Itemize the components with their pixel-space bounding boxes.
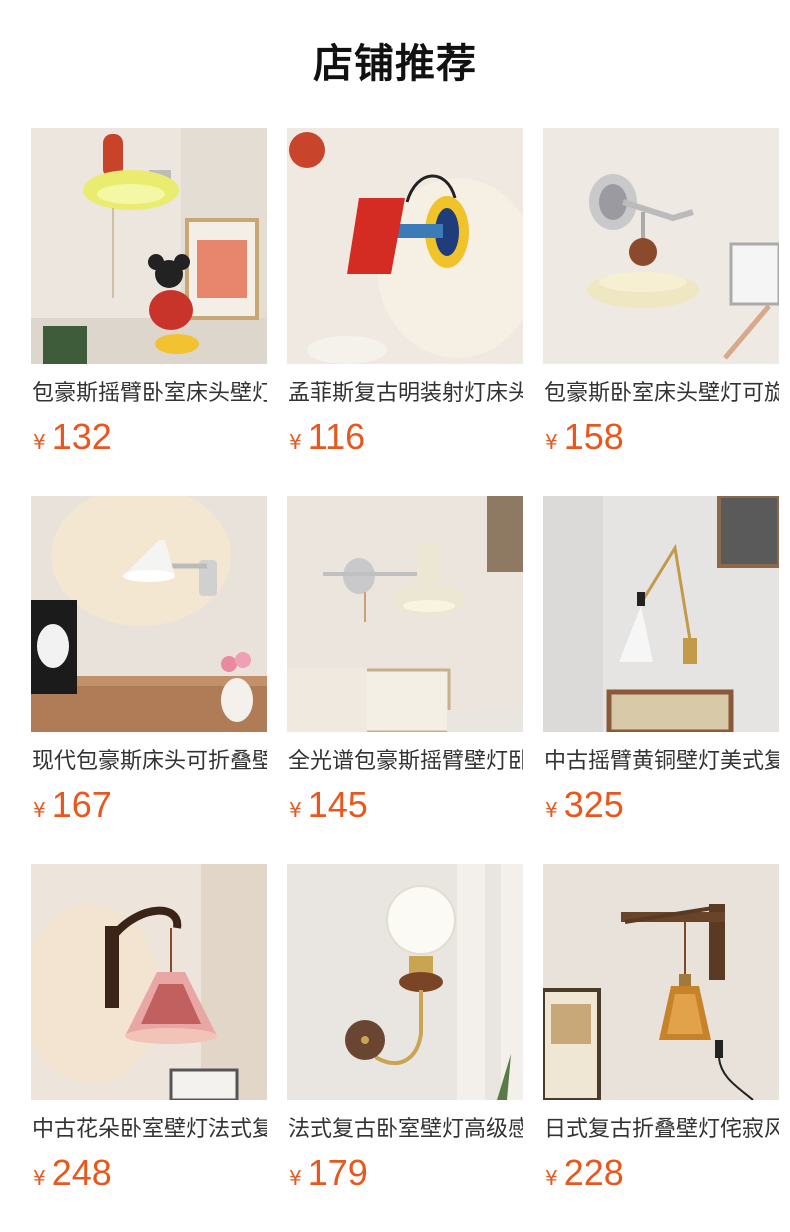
price-value: 116 — [307, 416, 366, 457]
product-price: ¥116 — [287, 415, 365, 459]
page-title: 店铺推荐 — [313, 41, 477, 87]
product-image[interactable] — [31, 128, 267, 364]
product-card[interactable]: 法式复古卧室壁灯高级感 ¥179 — [287, 864, 523, 1194]
product-price: ¥167 — [31, 783, 112, 827]
product-name[interactable]: 包豪斯卧室床头壁灯可旋转 — [544, 378, 779, 410]
currency-symbol: ¥ — [33, 430, 46, 454]
product-name[interactable]: 现代包豪斯床头可折叠壁灯 — [32, 746, 267, 778]
product-price: ¥248 — [31, 1151, 112, 1195]
price-value: 132 — [51, 416, 112, 457]
price-value: 228 — [563, 1152, 624, 1193]
shop-recommendation-page: 店铺推荐 包豪斯摇臂卧室床头壁灯 ¥ 132 孟菲斯复古明装射灯床头 ¥ 116… — [0, 0, 790, 1232]
product-image[interactable] — [543, 496, 779, 732]
full-spectrum-swing-wall-lamp-image — [287, 496, 523, 732]
price-value: 325 — [563, 784, 624, 825]
product-price: ¥179 — [287, 1151, 368, 1195]
product-name[interactable]: 孟菲斯复古明装射灯床头灯 — [288, 378, 523, 410]
bauhaus-swivel-wall-lamp-image — [543, 128, 779, 364]
currency-symbol: ¥ — [289, 430, 302, 454]
modern-folding-arm-wall-lamp-image — [31, 496, 267, 732]
currency-symbol: ¥ — [545, 1166, 558, 1190]
product-image[interactable] — [287, 496, 523, 732]
currency-symbol: ¥ — [545, 430, 558, 454]
memphis-spotlight-wall-lamp-image — [287, 128, 523, 364]
product-name[interactable]: 全光谱包豪斯摇臂壁灯卧室 — [288, 746, 523, 778]
currency-symbol: ¥ — [289, 798, 302, 822]
product-name[interactable]: 包豪斯摇臂卧室床头壁灯 — [32, 378, 267, 410]
product-price: ¥158 — [543, 415, 624, 459]
product-name[interactable]: 法式复古卧室壁灯高级感 — [288, 1114, 523, 1146]
product-card[interactable]: 日式复古折叠壁灯侘寂风 ¥228 — [543, 864, 779, 1194]
product-price: ¥145 — [287, 783, 368, 827]
price-value: 167 — [51, 784, 112, 825]
product-image[interactable] — [31, 496, 267, 732]
price-value: 248 — [51, 1152, 112, 1193]
product-card[interactable]: 中古摇臂黄铜壁灯美式复古 ¥325 — [543, 496, 779, 826]
price-value: 145 — [307, 784, 368, 825]
product-card[interactable]: 现代包豪斯床头可折叠壁灯 ¥167 — [31, 496, 267, 826]
product-card[interactable]: 全光谱包豪斯摇臂壁灯卧室 ¥145 — [287, 496, 523, 826]
product-image[interactable] — [543, 864, 779, 1100]
vintage-flower-glass-wall-lamp-image — [31, 864, 267, 1100]
japanese-folding-wood-wall-lamp-image — [543, 864, 779, 1100]
price-value: 179 — [307, 1152, 368, 1193]
product-image[interactable] — [287, 128, 523, 364]
product-price: ¥325 — [543, 783, 624, 827]
product-name[interactable]: 中古花朵卧室壁灯法式复古 — [32, 1114, 267, 1146]
product-card[interactable]: 包豪斯摇臂卧室床头壁灯 ¥132 — [31, 128, 267, 458]
currency-symbol: ¥ — [33, 1166, 46, 1190]
currency-symbol: ¥ — [545, 798, 558, 822]
product-name[interactable]: 日式复古折叠壁灯侘寂风 — [544, 1114, 779, 1146]
product-image[interactable] — [287, 864, 523, 1100]
product-image[interactable] — [543, 128, 779, 364]
product-card[interactable]: 孟菲斯复古明装射灯床头灯 ¥116 — [287, 128, 523, 458]
product-card[interactable]: 包豪斯卧室床头壁灯可旋转 ¥158 — [543, 128, 779, 458]
product-image[interactable] — [31, 864, 267, 1100]
product-price: ¥132 — [31, 415, 112, 459]
french-globe-wall-lamp-image — [287, 864, 523, 1100]
product-card[interactable]: 中古花朵卧室壁灯法式复古 ¥248 — [31, 864, 267, 1194]
currency-symbol: ¥ — [289, 1166, 302, 1190]
price-value: 158 — [563, 416, 624, 457]
product-price: ¥228 — [543, 1151, 624, 1195]
currency-symbol: ¥ — [33, 798, 46, 822]
product-name[interactable]: 中古摇臂黄铜壁灯美式复古 — [544, 746, 779, 778]
vintage-brass-swing-wall-lamp-image — [543, 496, 779, 732]
bauhaus-swing-arm-wall-lamp-image — [31, 128, 267, 364]
